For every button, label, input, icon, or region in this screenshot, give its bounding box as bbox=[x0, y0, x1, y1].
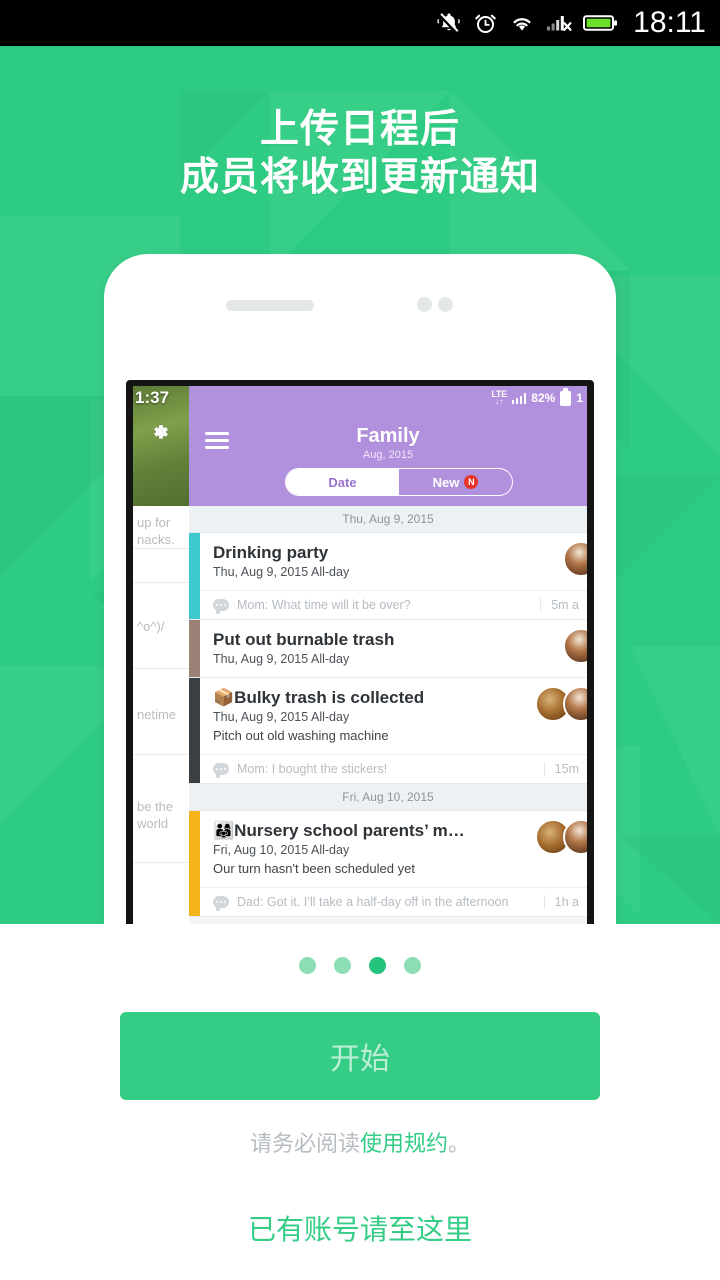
cellular-signal-icon bbox=[511, 392, 527, 404]
app-header: Family Aug, 2015 Date New N bbox=[189, 410, 587, 506]
background-card-text-3: netime bbox=[137, 707, 177, 722]
background-card-clock: 1:37 bbox=[135, 388, 170, 407]
battery-percent-label: 82% bbox=[531, 391, 556, 405]
comment-text: Mom: What time will it be over? bbox=[237, 598, 411, 612]
event-description: Our turn hasn't been scheduled yet bbox=[213, 861, 415, 876]
phone-camera-dot bbox=[438, 297, 453, 312]
foreground-app-panel: LTE ↓↑ 82% 1 Family Aug, 2015 Date New N… bbox=[189, 386, 587, 924]
terms-suffix: 。 bbox=[448, 1131, 471, 1156]
tab-date[interactable]: Date bbox=[286, 469, 399, 495]
status-bar-clock: 18:11 bbox=[633, 6, 706, 39]
background-card-text-4: be the world bbox=[137, 799, 174, 831]
event-body: 👨‍👩‍👧Nursery school parents’ m… Fri, Aug… bbox=[189, 811, 587, 887]
event-avatars bbox=[563, 541, 587, 577]
comment-bubble-icon bbox=[213, 896, 229, 911]
tab-new-label: New bbox=[432, 474, 460, 490]
comment-bubble-icon bbox=[213, 763, 229, 778]
avatar bbox=[563, 819, 587, 855]
phone-screen-bezel: up for nacks. ^o^)/ netime be the world bbox=[126, 380, 594, 924]
comment-time: 5m a bbox=[540, 598, 579, 612]
app-title: Family bbox=[356, 425, 420, 447]
event-body: Put out burnable trash Thu, Aug 9, 2015 … bbox=[189, 620, 587, 677]
onboarding-screen: 18:11 上传日程后 成员将收到更新通知 up for nacks. ^o^)… bbox=[0, 0, 720, 1280]
app-subtitle: Aug, 2015 bbox=[362, 449, 414, 461]
footer-section: 开始 请务必阅读使用规约。 已有账号请至这里 bbox=[0, 924, 720, 1280]
day-separator: Fri, Aug 10, 2015 bbox=[189, 784, 587, 811]
android-status-bar: 18:11 bbox=[0, 0, 720, 46]
day-separator: Thu, Aug 9, 2015 bbox=[189, 506, 587, 533]
event-description: Pitch out old washing machine bbox=[213, 728, 389, 743]
tab-new[interactable]: New N bbox=[399, 469, 512, 495]
existing-account-link[interactable]: 已有账号请至这里 bbox=[0, 1212, 720, 1248]
alarm-clock-icon bbox=[473, 11, 498, 36]
app-battery-icon bbox=[560, 388, 572, 406]
app-clock: 1 bbox=[576, 391, 583, 405]
segmented-control: Date New N bbox=[285, 468, 513, 496]
phone-sensor-dot bbox=[417, 297, 432, 312]
event-row[interactable]: Put out burnable trash Thu, Aug 9, 2015 … bbox=[189, 620, 587, 678]
event-row[interactable]: Drinking party Thu, Aug 9, 2015 All-day … bbox=[189, 533, 587, 620]
background-card: up for nacks. ^o^)/ netime be the world bbox=[133, 386, 189, 924]
pagination-dots bbox=[0, 957, 720, 974]
comment-time: 1h a bbox=[543, 895, 579, 909]
event-meta: Fri, Aug 10, 2015 All-day bbox=[213, 843, 350, 857]
background-card-divider bbox=[133, 582, 189, 583]
event-title: Drinking party bbox=[213, 543, 329, 562]
event-meta: Thu, Aug 9, 2015 All-day bbox=[213, 565, 350, 579]
terms-notice: 请务必阅读使用规约。 bbox=[0, 1129, 720, 1159]
event-meta: Thu, Aug 9, 2015 All-day bbox=[213, 652, 350, 666]
phone-mockup: up for nacks. ^o^)/ netime be the world bbox=[104, 254, 616, 924]
hero-section: 上传日程后 成员将收到更新通知 up for nacks. ^o^)/ neti… bbox=[0, 46, 720, 924]
event-row[interactable]: 👨‍👩‍👧Nursery school parents’ m… Fri, Aug… bbox=[189, 811, 587, 917]
page-title-line-2: 成员将收到更新通知 bbox=[179, 156, 540, 199]
tab-date-label: Date bbox=[328, 474, 357, 490]
event-body: 📦Bulky trash is collected Thu, Aug 9, 20… bbox=[189, 678, 587, 754]
event-comment[interactable]: Dad: Got it. I’ll take a half-day off in… bbox=[189, 887, 587, 916]
comment-time: 15m bbox=[543, 762, 579, 776]
signal-off-icon bbox=[546, 12, 572, 34]
event-title: 📦Bulky trash is collected bbox=[213, 688, 425, 707]
event-title: 👨‍👩‍👧Nursery school parents’ m… bbox=[213, 821, 465, 840]
event-meta: Thu, Aug 9, 2015 All-day bbox=[213, 710, 350, 724]
page-title-line-1: 上传日程后 bbox=[259, 108, 460, 151]
gear-icon[interactable] bbox=[147, 420, 171, 449]
pagination-dot-1[interactable] bbox=[299, 957, 316, 974]
event-avatars bbox=[563, 628, 587, 664]
battery-icon bbox=[583, 13, 619, 33]
wifi-icon bbox=[509, 12, 535, 34]
comment-text: Dad: Got it. I’ll take a half-day off in… bbox=[237, 895, 509, 909]
event-body: Drinking party Thu, Aug 9, 2015 All-day bbox=[189, 533, 587, 590]
new-badge: N bbox=[464, 475, 479, 489]
app-status-bar: LTE ↓↑ 82% 1 bbox=[189, 386, 587, 410]
terms-prefix: 请务必阅读 bbox=[249, 1131, 360, 1156]
background-card-divider bbox=[133, 668, 189, 669]
phone-screen: up for nacks. ^o^)/ netime be the world bbox=[133, 386, 587, 924]
background-card-divider bbox=[133, 754, 189, 755]
lte-icon: LTE ↓↑ bbox=[491, 389, 507, 406]
event-comment[interactable]: Mom: What time will it be over? 5m a bbox=[189, 590, 587, 619]
page-title: 上传日程后 成员将收到更新通知 bbox=[0, 106, 720, 202]
event-avatars bbox=[535, 819, 587, 855]
event-row[interactable]: 📦Bulky trash is collected Thu, Aug 9, 20… bbox=[189, 678, 587, 784]
phone-speaker bbox=[226, 300, 314, 311]
comment-bubble-icon bbox=[213, 599, 229, 614]
background-card-text-1: up for nacks. bbox=[133, 514, 189, 549]
event-title: Put out burnable trash bbox=[213, 630, 395, 649]
avatar bbox=[563, 686, 587, 722]
event-comment[interactable]: Mom: I bought the stickers! 15m bbox=[189, 754, 587, 783]
pagination-dot-3-active[interactable] bbox=[369, 957, 386, 974]
silent-bell-icon bbox=[436, 10, 462, 36]
comment-text: Mom: I bought the stickers! bbox=[237, 762, 388, 776]
background-card-divider bbox=[133, 862, 189, 863]
event-avatars bbox=[535, 686, 587, 722]
pagination-dot-4[interactable] bbox=[404, 957, 421, 974]
terms-link[interactable]: 使用规约 bbox=[360, 1131, 448, 1156]
pagination-dot-2[interactable] bbox=[334, 957, 351, 974]
start-button[interactable]: 开始 bbox=[120, 1012, 600, 1100]
background-card-text-2: ^o^)/ bbox=[137, 619, 165, 634]
